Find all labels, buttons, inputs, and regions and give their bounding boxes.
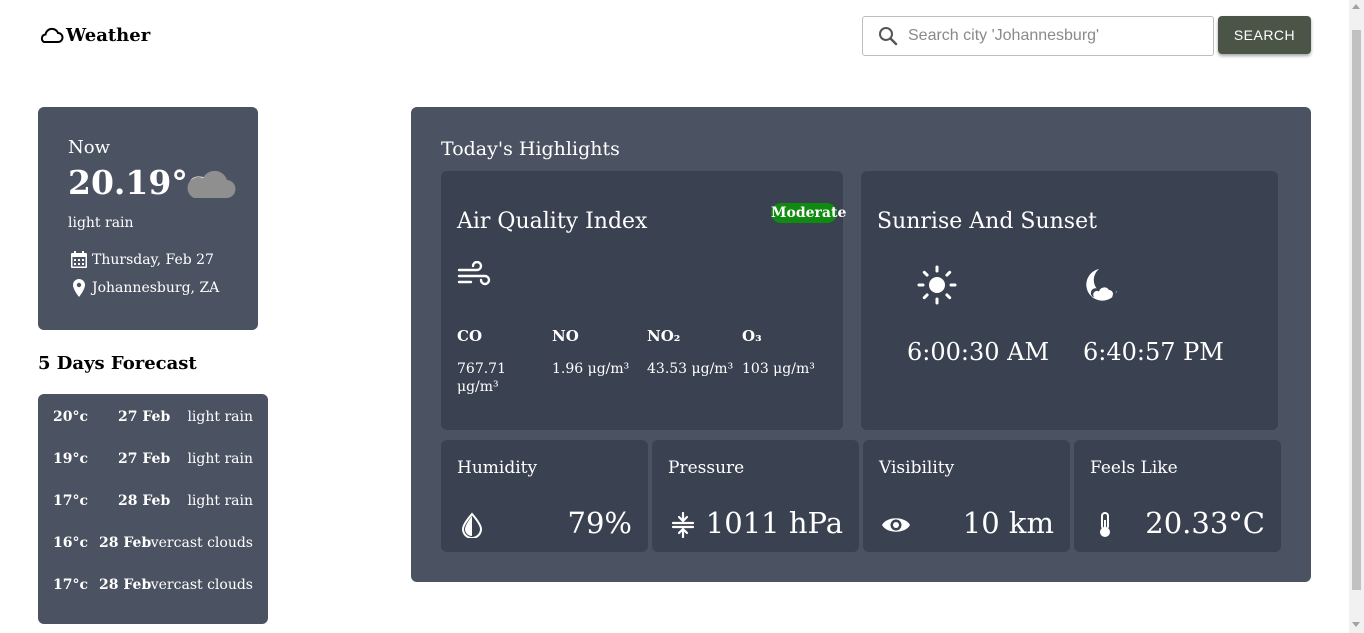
pressure-icon: [671, 512, 695, 538]
visibility-panel: Visibility 10 km: [863, 440, 1070, 552]
app-logo: Weather: [38, 24, 150, 46]
forecast-date: 27 Feb: [118, 409, 171, 425]
date-row: Thursday, Feb 27: [69, 250, 214, 270]
forecast-row: 17°c 28 Feb overcast clouds: [53, 577, 253, 597]
sunrise-sunset-panel: Sunrise And Sunset 6:00:30 AM 6:40:57 PM: [861, 171, 1278, 430]
humidity-panel: Humidity 79%: [441, 440, 648, 552]
forecast-temp: 17°c: [53, 493, 89, 509]
humidity-drop-icon: [461, 512, 483, 538]
air-quality-panel: Air Quality Index Moderate CO 767.71 μg/…: [441, 171, 847, 430]
pollutant-name: NO: [552, 327, 579, 345]
pressure-label: Pressure: [668, 458, 745, 478]
search-icon: [879, 27, 898, 46]
forecast-row: 17°c 28 Feb light rain: [53, 493, 253, 513]
highlights-title: Today's Highlights: [441, 138, 620, 160]
pressure-panel: Pressure 1011 hPa: [652, 440, 859, 552]
location-pin-icon: [73, 279, 85, 297]
search-button[interactable]: SEARCH: [1218, 16, 1311, 54]
current-date: Thursday, Feb 27: [92, 252, 214, 268]
pollutant-name: O₃: [742, 327, 762, 345]
sunrise-time: 6:00:30 AM: [907, 338, 1050, 366]
location-row: Johannesburg, ZA: [69, 278, 219, 298]
search-box[interactable]: [862, 16, 1214, 56]
sun-icon: [917, 265, 957, 305]
pollutant-no: NO 1.96 μg/m³: [552, 327, 642, 378]
sunset-time: 6:40:57 PM: [1083, 338, 1224, 366]
pollutant-co: CO 767.71 μg/m³: [457, 327, 547, 396]
pollutant-value: 43.53 μg/m³: [647, 361, 734, 377]
humidity-label: Humidity: [457, 458, 538, 478]
feels-like-label: Feels Like: [1090, 458, 1178, 478]
logo-text: Weather: [66, 24, 151, 46]
forecast-card: 20°c 27 Feb light rain 19°c 27 Feb light…: [38, 394, 268, 624]
forecast-desc: overcast clouds: [142, 577, 253, 593]
current-location: Johannesburg, ZA: [92, 280, 220, 296]
pressure-value: 1011 hPa: [705, 506, 843, 540]
forecast-temp: 19°c: [53, 451, 89, 467]
forecast-row: 20°c 27 Feb light rain: [53, 409, 253, 429]
visibility-label: Visibility: [879, 458, 955, 478]
forecast-row: 19°c 27 Feb light rain: [53, 451, 253, 471]
pollutant-value: 767.71 μg/m³: [457, 361, 506, 395]
search-input[interactable]: [908, 27, 1198, 45]
moon-icon: [1086, 269, 1117, 301]
thermometer-icon: [1100, 512, 1110, 537]
now-label: Now: [68, 137, 110, 158]
forecast-title: 5 Days Forecast: [38, 353, 197, 374]
forecast-desc: light rain: [187, 493, 253, 509]
pollutant-name: CO: [457, 327, 483, 345]
forecast-temp: 17°c: [53, 577, 89, 593]
forecast-row: 16°c 28 Feb overcast clouds: [53, 535, 253, 555]
scroll-up-arrow-icon[interactable]: [1352, 4, 1360, 9]
pollutant-value: 103 μg/m³: [742, 361, 815, 377]
pollutant-no2: NO₂ 43.53 μg/m³: [647, 327, 737, 378]
cloud-outline-icon: [40, 27, 64, 43]
aqi-status-badge: Moderate: [771, 203, 847, 223]
scroll-down-arrow-icon[interactable]: [1352, 622, 1360, 627]
forecast-desc: light rain: [187, 409, 253, 425]
calendar-icon: [71, 251, 87, 268]
forecast-desc: overcast clouds: [142, 535, 253, 551]
feels-like-panel: Feels Like 20.33°C: [1074, 440, 1281, 552]
eye-icon: [882, 518, 910, 532]
forecast-date: 27 Feb: [118, 451, 171, 467]
scrollbar-thumb[interactable]: [1352, 30, 1361, 590]
feels-like-value: 20.33°C: [1145, 506, 1265, 540]
forecast-temp: 20°c: [53, 409, 89, 425]
humidity-value: 79%: [567, 506, 632, 540]
cloud-icon: [187, 170, 236, 199]
pollutant-value: 1.96 μg/m³: [552, 361, 630, 377]
current-weather-card: Now 20.19°c light rain Thursday, Feb 27 …: [38, 107, 258, 330]
aqi-title: Air Quality Index: [457, 209, 648, 234]
forecast-desc: light rain: [187, 451, 253, 467]
page-scrollbar[interactable]: [1349, 0, 1364, 633]
pollutant-o3: O₃ 103 μg/m³: [742, 327, 832, 378]
forecast-temp: 16°c: [53, 535, 89, 551]
forecast-date: 28 Feb: [118, 493, 171, 509]
weather-description: light rain: [68, 215, 134, 231]
wind-icon: [457, 261, 491, 286]
sun-title: Sunrise And Sunset: [877, 209, 1097, 234]
highlights-section: Today's Highlights Air Quality Index Mod…: [411, 107, 1311, 582]
pollutant-name: NO₂: [647, 327, 681, 345]
visibility-value: 10 km: [962, 506, 1054, 540]
